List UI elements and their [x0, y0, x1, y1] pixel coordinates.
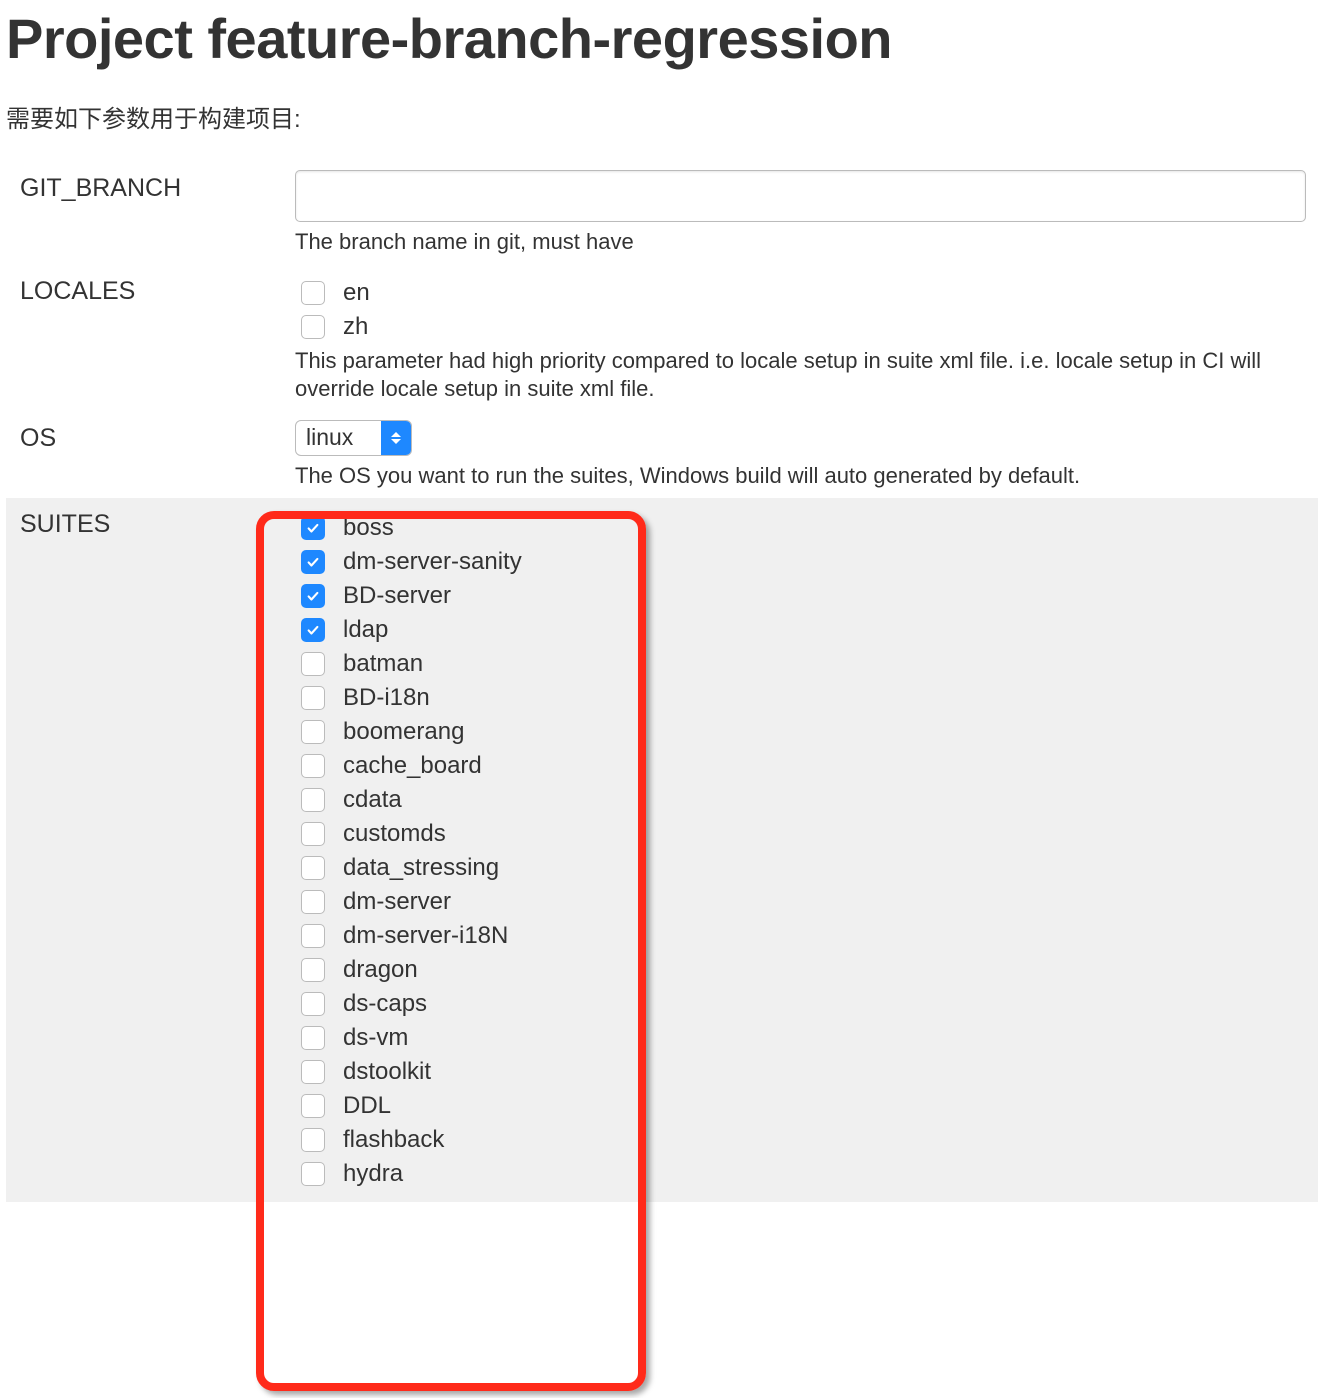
checkbox-label: zh: [343, 313, 368, 341]
checkbox-label: boomerang: [343, 718, 464, 746]
checkbox[interactable]: [301, 550, 325, 574]
checkbox-label: DDL: [343, 1092, 391, 1120]
checkbox-label: ds-vm: [343, 1024, 408, 1052]
param-row-git-branch: GIT_BRANCH The branch name in git, must …: [6, 162, 1318, 265]
checkbox[interactable]: [301, 584, 325, 608]
checkbox-label: dm-server-sanity: [343, 548, 522, 576]
checkbox[interactable]: [301, 924, 325, 948]
param-label-suites: SUITES: [20, 506, 295, 539]
checkbox[interactable]: [301, 281, 325, 305]
checkbox[interactable]: [301, 1094, 325, 1118]
checkbox[interactable]: [301, 958, 325, 982]
checkbox-label: ds-caps: [343, 990, 427, 1018]
suites-option: BD-server: [295, 582, 1306, 610]
intro-text: 需要如下参数用于构建项目:: [6, 99, 1318, 134]
suites-option: cdata: [295, 786, 1306, 814]
checkbox-label: data_stressing: [343, 854, 499, 882]
suites-option: dstoolkit: [295, 1058, 1306, 1086]
checkbox[interactable]: [301, 516, 325, 540]
checkbox[interactable]: [301, 822, 325, 846]
checkbox[interactable]: [301, 1128, 325, 1152]
checkbox[interactable]: [301, 1060, 325, 1084]
checkbox[interactable]: [301, 618, 325, 642]
suites-option: dm-server-sanity: [295, 548, 1306, 576]
suites-option: dm-server-i18N: [295, 922, 1306, 950]
checkbox[interactable]: [301, 720, 325, 744]
page-title: Project feature-branch-regression: [6, 6, 1318, 71]
suites-option: ds-vm: [295, 1024, 1306, 1052]
os-help: The OS you want to run the suites, Windo…: [295, 462, 1306, 491]
suites-option: customds: [295, 820, 1306, 848]
checkbox[interactable]: [301, 856, 325, 880]
checkbox[interactable]: [301, 686, 325, 710]
suites-option: DDL: [295, 1092, 1306, 1120]
checkbox-label: cdata: [343, 786, 402, 814]
suites-option: boss: [295, 514, 1306, 542]
checkbox[interactable]: [301, 788, 325, 812]
checkbox[interactable]: [301, 890, 325, 914]
checkbox-label: cache_board: [343, 752, 482, 780]
checkbox[interactable]: [301, 754, 325, 778]
checkbox-label: dstoolkit: [343, 1058, 431, 1086]
param-label-os: OS: [20, 420, 295, 453]
suites-option: boomerang: [295, 718, 1306, 746]
suites-option: cache_board: [295, 752, 1306, 780]
suites-option: dragon: [295, 956, 1306, 984]
checkbox[interactable]: [301, 1162, 325, 1186]
locales-help: This parameter had high priority compare…: [295, 347, 1306, 404]
suites-option: batman: [295, 650, 1306, 678]
checkbox-label: dm-server: [343, 888, 451, 916]
suites-option: ds-caps: [295, 990, 1306, 1018]
select-stepper-icon[interactable]: [381, 421, 411, 455]
checkbox[interactable]: [301, 315, 325, 339]
locales-option: en: [295, 279, 1306, 307]
checkbox-label: dm-server-i18N: [343, 922, 508, 950]
git-branch-help: The branch name in git, must have: [295, 228, 1306, 257]
os-select-value: linux: [296, 421, 381, 455]
param-row-os: OS linux The OS you want to run the suit…: [6, 412, 1318, 499]
checkbox-label: boss: [343, 514, 394, 542]
param-row-locales: LOCALES en zh This parameter had high pri…: [6, 265, 1318, 412]
suites-option: ldap: [295, 616, 1306, 644]
checkbox-label: BD-server: [343, 582, 451, 610]
checkbox-label: BD-i18n: [343, 684, 430, 712]
locales-option: zh: [295, 313, 1306, 341]
checkbox-label: hydra: [343, 1160, 403, 1188]
suites-option: dm-server: [295, 888, 1306, 916]
os-select[interactable]: linux: [295, 420, 412, 456]
suites-option: BD-i18n: [295, 684, 1306, 712]
git-branch-input[interactable]: [295, 170, 1306, 222]
suites-option: data_stressing: [295, 854, 1306, 882]
checkbox[interactable]: [301, 992, 325, 1016]
param-label-locales: LOCALES: [20, 273, 295, 306]
checkbox-label: dragon: [343, 956, 418, 984]
checkbox[interactable]: [301, 652, 325, 676]
checkbox-label: en: [343, 279, 370, 307]
checkbox-label: ldap: [343, 616, 388, 644]
checkbox-label: customds: [343, 820, 446, 848]
checkbox-label: flashback: [343, 1126, 444, 1154]
suites-option: hydra: [295, 1160, 1306, 1188]
checkbox[interactable]: [301, 1026, 325, 1050]
param-label-git-branch: GIT_BRANCH: [20, 170, 295, 203]
suites-option: flashback: [295, 1126, 1306, 1154]
checkbox-label: batman: [343, 650, 423, 678]
param-row-suites: SUITES boss dm-server-sanity BD-server ldap…: [6, 498, 1318, 1202]
